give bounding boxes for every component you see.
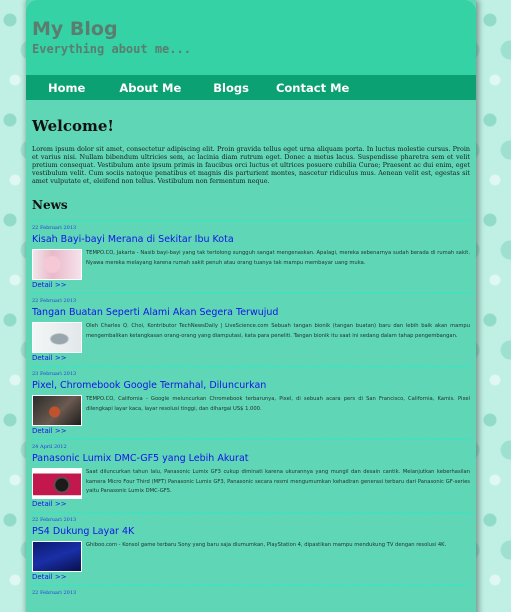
news-item: 23 Februari 2013 Pixel, Chromebook Googl… <box>32 366 470 439</box>
news-list: 22 Februari 2013 Kisah Bayi-bayi Merana … <box>32 220 470 600</box>
post-body: TEMPO.CO, Jakarta - Nasib bayi-bayi yang… <box>32 249 470 281</box>
post-excerpt: Ghiboo.com - Konsol game terbaru Sony ya… <box>86 542 447 549</box>
post-body: Saat diluncurkan tahun lalu, Panasonic L… <box>32 468 470 500</box>
detail-link[interactable]: Detail >> <box>32 500 470 508</box>
news-item: 24 April 2012 Panasonic Lumix DMC-GF5 ya… <box>32 439 470 512</box>
post-title-link[interactable]: PS4 Dukung Layar 4K <box>32 526 470 538</box>
news-item: 22 Februari 2013 PS4 Dukung Layar 4K Ghi… <box>32 512 470 585</box>
site-header: My Blog Everything about me... <box>26 0 476 75</box>
post-thumbnail[interactable] <box>32 322 82 354</box>
news-item: 22 Februari 2013 Kisah Bayi-bayi Merana … <box>32 220 470 293</box>
post-thumbnail[interactable] <box>32 249 82 281</box>
nav-blogs[interactable]: Blogs <box>213 81 249 95</box>
nav-contact-me[interactable]: Contact Me <box>276 81 349 95</box>
nav-home[interactable]: Home <box>48 81 85 95</box>
post-date: 23 Februari 2013 <box>32 371 77 378</box>
site-title[interactable]: My Blog <box>32 18 476 40</box>
post-thumbnail[interactable] <box>32 541 82 573</box>
detail-link[interactable]: Detail >> <box>32 354 470 362</box>
post-date: 22 Februari 2013 <box>32 298 77 305</box>
main-content: Welcome! Lorem ipsum dolor sit amet, con… <box>26 100 476 600</box>
post-date: 22 Februari 2013 <box>32 225 77 232</box>
post-date: 24 April 2012 <box>32 444 67 451</box>
news-item: 22 Februari 2013 Tangan Buatan Seperti A… <box>32 293 470 366</box>
main-nav: Home About Me Blogs Contact Me <box>26 75 476 100</box>
post-thumbnail[interactable] <box>32 468 82 500</box>
post-title-link[interactable]: Tangan Buatan Seperti Alami Akan Segera … <box>32 307 470 319</box>
page-container: My Blog Everything about me... Home Abou… <box>26 0 476 612</box>
post-excerpt: TEMPO.CO, Jakarta - Nasib bayi-bayi yang… <box>86 250 470 266</box>
post-date: 22 Februari 2013 <box>32 517 77 524</box>
post-title-link[interactable]: Kisah Bayi-bayi Merana di Sekitar Ibu Ko… <box>32 234 470 246</box>
detail-link[interactable]: Detail >> <box>32 427 470 435</box>
news-item: 22 Februari 2013 <box>32 585 470 600</box>
post-body: Oleh Charles Q. Choi, Kontributor TechNe… <box>32 322 470 354</box>
detail-link[interactable]: Detail >> <box>32 573 470 581</box>
post-title-link[interactable]: Panasonic Lumix DMC-GF5 yang Lebih Akura… <box>32 453 470 465</box>
post-body: Ghiboo.com - Konsol game terbaru Sony ya… <box>32 541 470 573</box>
post-body: TEMPO.CO, California - Google meluncurka… <box>32 395 470 427</box>
site-subtitle: Everything about me... <box>32 42 191 56</box>
welcome-heading: Welcome! <box>32 117 115 135</box>
post-date: 22 Februari 2013 <box>32 590 77 597</box>
news-heading: News <box>32 198 68 213</box>
nav-about-me[interactable]: About Me <box>119 81 181 95</box>
post-excerpt: Saat diluncurkan tahun lalu, Panasonic L… <box>86 469 470 495</box>
post-title-link[interactable]: Pixel, Chromebook Google Termahal, Dilun… <box>32 380 470 392</box>
detail-link[interactable]: Detail >> <box>32 281 470 289</box>
post-excerpt: TEMPO.CO, California - Google meluncurka… <box>86 396 470 412</box>
post-excerpt: Oleh Charles Q. Choi, Kontributor TechNe… <box>86 323 470 339</box>
welcome-text: Lorem ipsum dolor sit amet, consectetur … <box>32 145 470 186</box>
post-thumbnail[interactable] <box>32 395 82 427</box>
